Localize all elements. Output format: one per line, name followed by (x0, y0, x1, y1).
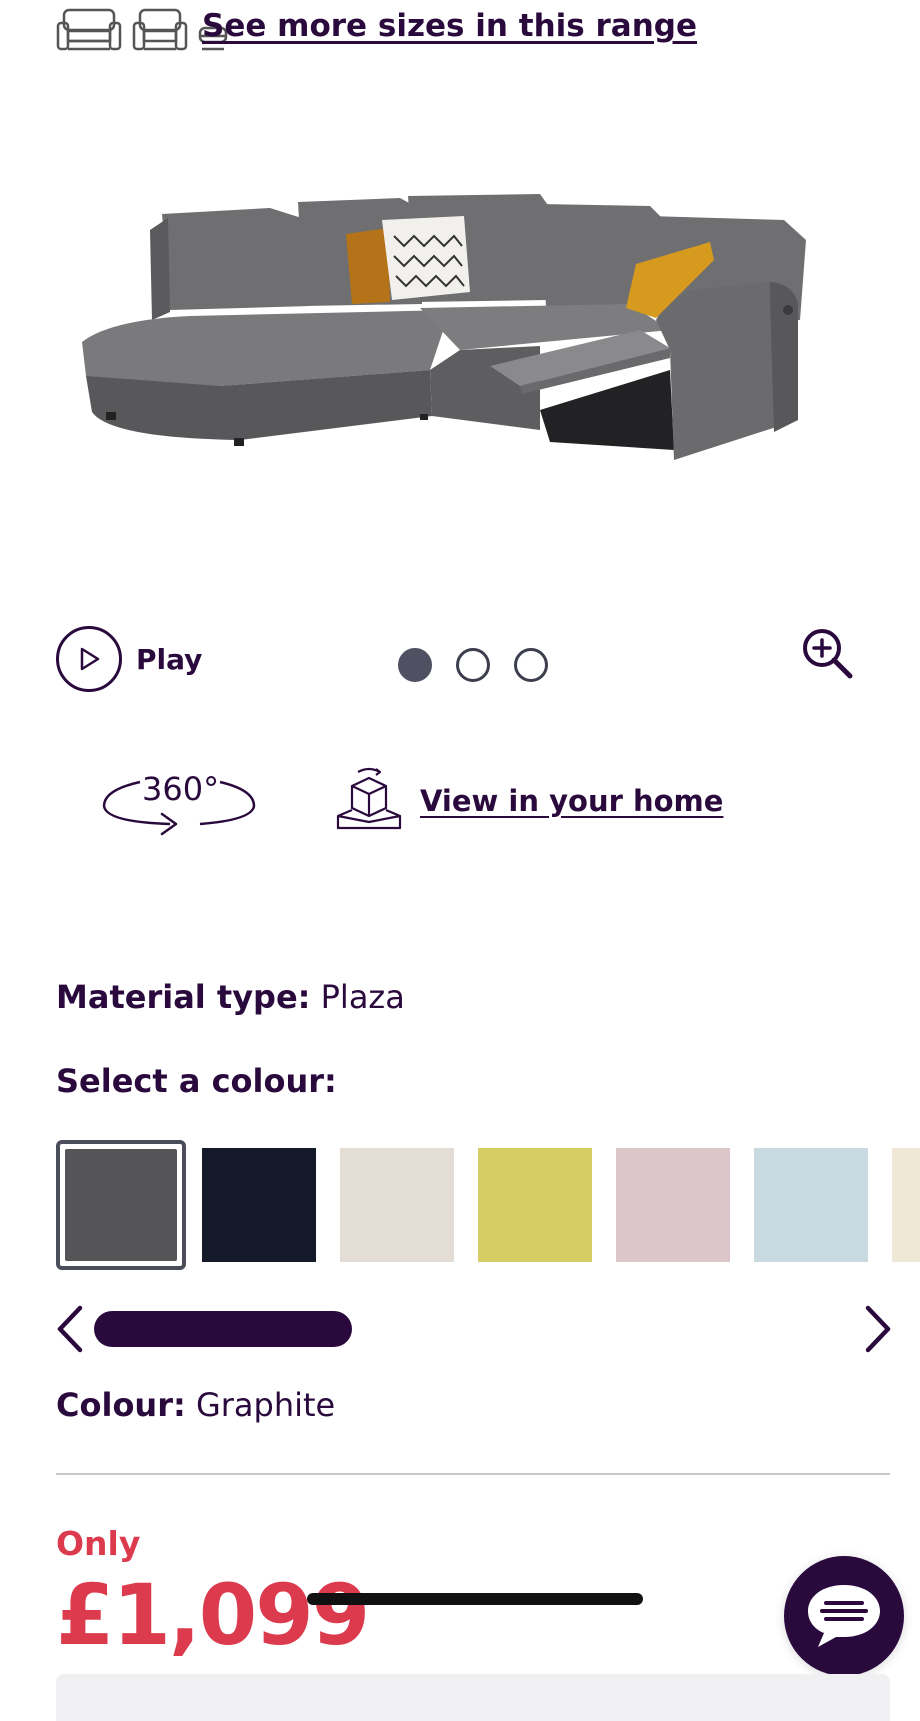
colour-swatch[interactable] (202, 1148, 316, 1262)
colour-swatch[interactable] (56, 1140, 186, 1270)
select-colour-heading: Select a colour: (56, 1062, 337, 1100)
swatch-scrollbar[interactable] (94, 1311, 352, 1347)
bottom-panel (56, 1674, 890, 1721)
colour-label: Colour: (56, 1386, 186, 1424)
view-in-home-label: View in your home (420, 784, 724, 818)
material-type-value: Plaza (320, 978, 405, 1016)
colour-swatch[interactable] (478, 1148, 592, 1262)
view-in-home-button[interactable]: View in your home (334, 764, 723, 838)
chevron-left-icon[interactable] (54, 1304, 86, 1358)
carousel-dot[interactable] (398, 648, 432, 682)
home-indicator[interactable] (307, 1593, 643, 1605)
rotate-360-button[interactable]: 360° (100, 764, 260, 844)
rotate-360-label: 360° (142, 770, 220, 808)
colour-swatch-carousel (56, 1140, 920, 1270)
colour-swatch[interactable] (340, 1148, 454, 1262)
chat-button[interactable] (784, 1556, 904, 1676)
play-video-button[interactable]: Play (56, 626, 202, 692)
colour-swatch[interactable] (754, 1148, 868, 1262)
selected-colour: Colour: Graphite (56, 1386, 335, 1424)
play-label: Play (136, 642, 203, 676)
divider (56, 1473, 890, 1475)
sofa-icon[interactable] (132, 7, 188, 55)
product-image[interactable] (70, 180, 870, 520)
chevron-right-icon[interactable] (862, 1304, 894, 1358)
colour-value: Graphite (195, 1386, 336, 1424)
play-icon (56, 626, 122, 692)
colour-swatch[interactable] (892, 1148, 920, 1262)
material-type: Material type: Plaza (56, 978, 405, 1016)
zoom-in-icon[interactable] (800, 626, 856, 686)
armchair-icon[interactable] (56, 7, 122, 55)
carousel-dot[interactable] (456, 648, 490, 682)
see-more-sizes-link[interactable]: See more sizes in this range (202, 8, 697, 44)
ar-box-icon (334, 764, 404, 838)
chat-bubble-icon (808, 1585, 880, 1647)
carousel-dots (398, 648, 548, 682)
price: £1,099 (56, 1566, 370, 1664)
price-prefix: Only (56, 1524, 141, 1563)
colour-swatch[interactable] (616, 1148, 730, 1262)
material-type-label: Material type: (56, 978, 311, 1016)
carousel-dot[interactable] (514, 648, 548, 682)
